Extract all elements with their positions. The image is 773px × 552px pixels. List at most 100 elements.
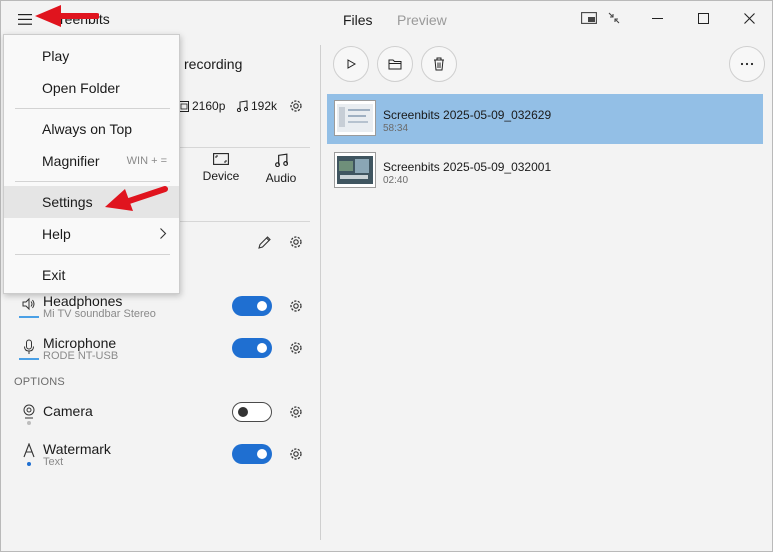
- menu-item-magnifier[interactable]: Magnifier WIN + =: [4, 145, 179, 177]
- maximize-button[interactable]: [680, 1, 726, 35]
- microphone-title: Microphone: [43, 335, 117, 351]
- microphone-subtitle: RODE NT-USB: [43, 350, 119, 362]
- camera-status-dot: [27, 421, 31, 425]
- maximize-icon: [697, 12, 709, 24]
- menu-item-label: Help: [42, 226, 71, 242]
- menu-separator: [15, 254, 170, 255]
- delete-button[interactable]: [421, 46, 457, 82]
- close-button[interactable]: [726, 1, 772, 35]
- resolution-value: 2160p: [192, 99, 226, 113]
- pencil-icon: [257, 235, 271, 249]
- menu-item-label: Magnifier: [42, 153, 100, 169]
- hamburger-icon: [18, 13, 32, 25]
- camera-title: Camera: [43, 403, 93, 419]
- gear-icon: [290, 342, 302, 354]
- microphone-settings-button[interactable]: [286, 338, 306, 358]
- title-bar: creenbits Files Preview: [1, 1, 772, 35]
- mini-mode-button[interactable]: [577, 7, 601, 29]
- play-icon: [347, 59, 356, 69]
- recording-label: recording: [184, 56, 243, 72]
- text-watermark-icon: [19, 441, 39, 461]
- headphones-title: Headphones: [43, 293, 123, 309]
- tab-files[interactable]: Files: [343, 12, 373, 28]
- gear-icon: [290, 236, 302, 248]
- webcam-icon: [19, 402, 39, 422]
- play-button[interactable]: [333, 46, 369, 82]
- music-note-icon: [236, 100, 248, 112]
- edit-button[interactable]: [254, 232, 274, 252]
- headphones-level-meter: [19, 316, 39, 318]
- speaker-icon: [19, 294, 39, 314]
- menu-separator: [15, 181, 170, 182]
- collapse-arrows-icon: [608, 12, 620, 24]
- headphones-subtitle: Mi TV soundbar Stereo: [43, 308, 156, 320]
- menu-item-label: Settings: [42, 194, 93, 210]
- file-duration: 58:34: [383, 123, 409, 134]
- tab-preview[interactable]: Preview: [397, 12, 447, 28]
- source-device-button[interactable]: Device: [193, 153, 249, 193]
- gear-icon: [290, 406, 302, 418]
- folder-icon: [388, 59, 402, 70]
- menu-shortcut: WIN + =: [126, 155, 167, 167]
- source-audio-label: Audio: [265, 171, 297, 185]
- screen-region-icon: [213, 153, 229, 165]
- annotation-arrow-menu: [35, 5, 99, 27]
- minimize-button[interactable]: [634, 1, 680, 35]
- menu-item-exit[interactable]: Exit: [4, 259, 179, 291]
- chevron-right-icon: [160, 228, 167, 239]
- compact-view-button[interactable]: [602, 7, 626, 29]
- gear-icon: [290, 300, 302, 312]
- menu-item-open-folder[interactable]: Open Folder: [4, 72, 179, 104]
- camera-settings-button[interactable]: [286, 402, 306, 422]
- more-options-button[interactable]: [729, 46, 765, 82]
- camera-toggle[interactable]: [232, 402, 272, 422]
- video-thumbnail: [334, 152, 376, 188]
- file-name: Screenbits 2025-05-09_032629: [383, 108, 552, 122]
- watermark-settings-button[interactable]: [286, 444, 306, 464]
- open-folder-button[interactable]: [377, 46, 413, 82]
- file-list-item[interactable]: Screenbits 2025-05-09_032629 58:34: [327, 94, 763, 144]
- mini-mode-icon: [581, 12, 597, 24]
- annotation-arrow-settings: [105, 186, 168, 211]
- audio-bitrate-value: 192k: [251, 99, 278, 113]
- more-icon: [740, 62, 754, 66]
- watermark-subtitle: Text: [43, 456, 64, 468]
- menu-item-label: Open Folder: [42, 80, 120, 96]
- menu-item-play[interactable]: Play: [4, 40, 179, 72]
- app-window: creenbits Files Preview recording 2160: [0, 0, 773, 552]
- menu-item-help[interactable]: Help: [4, 218, 179, 250]
- microphone-icon: [19, 337, 39, 357]
- file-list-item[interactable]: Screenbits 2025-05-09_032001 02:40: [327, 146, 763, 196]
- options-section-label: OPTIONS: [14, 376, 65, 388]
- menu-item-label: Play: [42, 48, 70, 64]
- menu-item-always-on-top[interactable]: Always on Top: [4, 113, 179, 145]
- source-device-label: Device: [202, 169, 240, 183]
- microphone-toggle[interactable]: [232, 338, 272, 358]
- main-menu: Play Open Folder Always on Top Magnifier…: [3, 34, 180, 294]
- file-duration: 02:40: [383, 175, 409, 186]
- file-name: Screenbits 2025-05-09_032001: [383, 160, 552, 174]
- trash-icon: [434, 57, 444, 71]
- close-icon: [743, 12, 755, 24]
- headphones-settings-button[interactable]: [286, 296, 306, 316]
- divider: [179, 221, 310, 222]
- capture-settings-button[interactable]: [286, 232, 306, 252]
- source-audio-button[interactable]: Audio: [253, 153, 309, 193]
- headphones-toggle[interactable]: [232, 296, 272, 316]
- video-thumbnail: [334, 100, 376, 136]
- watermark-toggle[interactable]: [232, 444, 272, 464]
- minimize-icon: [651, 17, 663, 19]
- menu-item-label: Always on Top: [42, 121, 133, 137]
- menu-item-label: Exit: [42, 267, 66, 283]
- watermark-title: Watermark: [43, 441, 111, 457]
- monitor-icon: [179, 100, 189, 112]
- gear-icon: [290, 100, 302, 112]
- divider: [179, 147, 310, 148]
- gear-icon: [290, 448, 302, 460]
- music-note-icon: [275, 153, 288, 167]
- microphone-level-meter: [19, 358, 39, 360]
- watermark-status-dot: [27, 462, 31, 466]
- resolution-indicator: 2160p: [179, 99, 225, 113]
- panel-divider: [320, 45, 321, 540]
- recording-settings-button[interactable]: [286, 96, 306, 116]
